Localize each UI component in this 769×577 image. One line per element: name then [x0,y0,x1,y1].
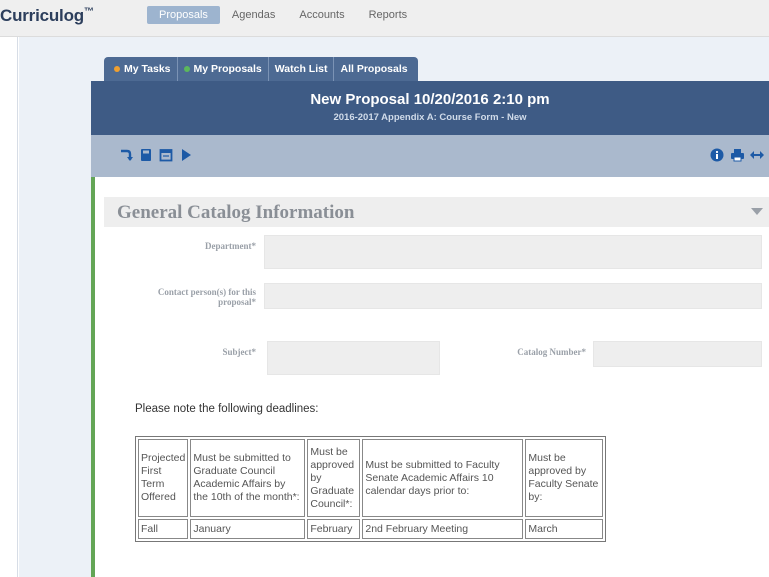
app-logo[interactable]: Curriculog™ [0,6,94,26]
save-icon[interactable] [138,147,154,163]
catalog-number-field[interactable] [593,341,762,367]
tab-all-proposals[interactable]: All Proposals [334,57,413,81]
nav-proposals[interactable]: Proposals [147,6,220,24]
contact-person-field[interactable] [264,283,762,309]
table-header-cell: Must be approved by Faculty Senate by: [525,439,604,517]
proposal-toolbar [91,135,769,177]
tab-my-proposals[interactable]: My Proposals [178,57,269,81]
info-icon[interactable] [709,147,725,163]
table-row: Fall January February 2nd February Meeti… [138,519,604,539]
proposal-subtitle: 2016-2017 Appendix A: Course Form - New [333,112,527,123]
table-cell: March [525,519,604,539]
table-header-row: Projected First Term Offered Must be sub… [138,439,604,517]
table-cell: Fall [138,519,189,539]
contact-label: Contact person(s) for this proposal* [157,287,256,307]
calendar-icon[interactable] [158,147,174,163]
nav-agendas[interactable]: Agendas [220,6,287,24]
print-icon[interactable] [729,147,745,163]
proposal-title: New Proposal 10/20/2016 2:10 pm [310,91,550,108]
subject-label: Subject* [222,347,257,357]
department-label: Department* [205,241,256,251]
section-header[interactable]: General Catalog Information [104,197,769,227]
green-dot-icon [183,66,190,72]
nav-accounts[interactable]: Accounts [287,6,356,24]
top-bar: Curriculog™ Proposals Agendas Accounts R… [0,0,769,37]
tab-label: My Proposals [193,63,262,75]
table-cell: January [190,519,306,539]
deadlines-table: Projected First Term Offered Must be sub… [135,436,607,542]
table-header-cell: Must be submitted to Faculty Senate Acad… [362,439,524,517]
chevron-down-icon[interactable] [751,208,763,215]
orange-dot-icon [114,66,120,72]
table-header-cell: Must be submitted to Graduate Council Ac… [190,439,306,517]
main-nav: Proposals Agendas Accounts Reports [147,6,419,24]
tab-watch-list[interactable]: Watch List [269,57,335,81]
table-header-cell: Projected First Term Offered [138,439,189,517]
nav-reports[interactable]: Reports [357,6,420,24]
department-field[interactable] [264,235,762,269]
section-title: General Catalog Information [117,202,355,223]
deadlines-note: Please note the following deadlines: [135,403,319,415]
tab-label: Watch List [274,63,328,75]
tab-label: My Tasks [124,63,171,75]
table-header-cell: Must be approved by Graduate Council*: [307,439,361,517]
play-icon[interactable] [178,147,194,163]
hook-arrow-icon[interactable] [118,147,134,163]
proposal-tabs: My Tasks My Proposals Watch List All Pro… [104,57,418,81]
subject-field[interactable] [267,341,440,375]
left-gutter [0,37,18,577]
tab-my-tasks[interactable]: My Tasks [108,57,178,81]
proposal-header: New Proposal 10/20/2016 2:10 pm 2016-201… [91,81,769,135]
catalog-number-label: Catalog Number* [517,347,586,357]
tab-label: All Proposals [340,63,408,75]
table-cell: 2nd February Meeting [362,519,524,539]
expand-icon[interactable] [749,147,765,163]
app-logo-text: Curriculog [0,6,84,25]
trademark-mark: ™ [83,6,94,18]
table-cell: February [307,519,361,539]
